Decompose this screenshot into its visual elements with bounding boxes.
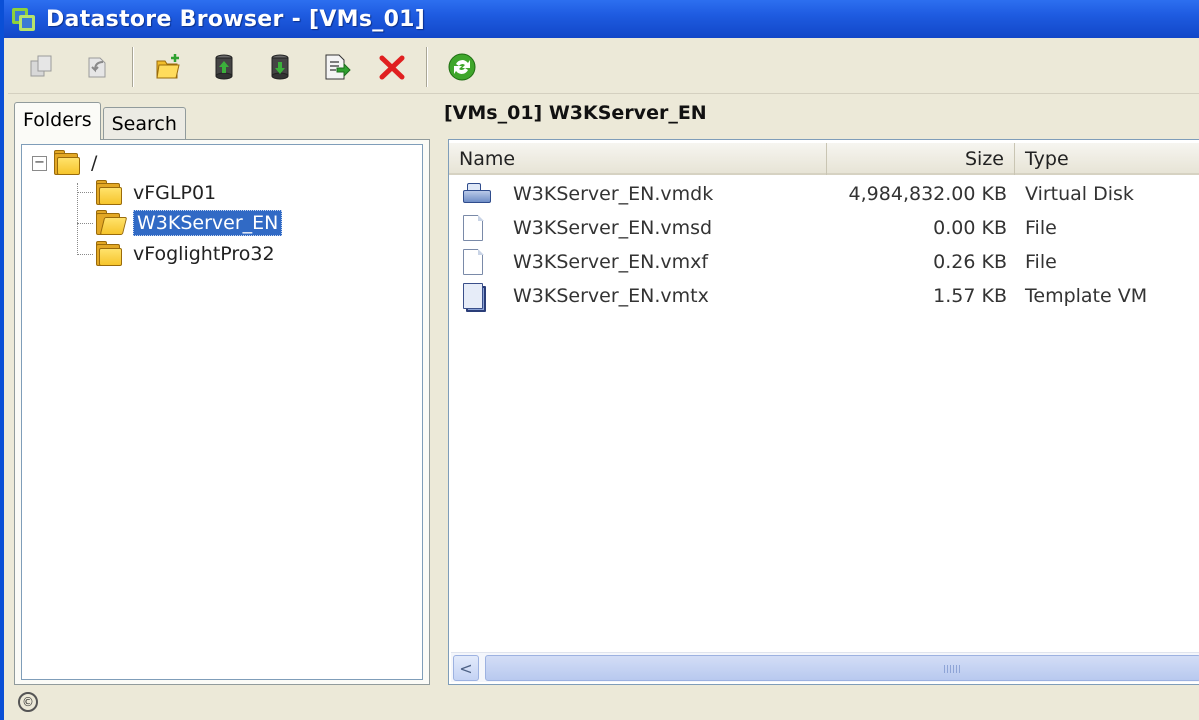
tab-search[interactable]: Search xyxy=(102,107,186,140)
file-icon xyxy=(463,215,485,241)
toolbar xyxy=(8,40,1199,94)
file-name: W3KServer_EN.vmdk xyxy=(513,183,714,205)
file-type: Virtual Disk xyxy=(1025,183,1134,205)
register-vm-icon xyxy=(325,54,351,79)
file-size: 0.26 KB xyxy=(933,251,1007,273)
tree-node-label: vFoglightPro32 xyxy=(133,243,275,265)
status-bar: © xyxy=(8,686,1199,720)
file-type: File xyxy=(1025,251,1057,273)
delete-icon xyxy=(379,55,405,79)
file-type: Template VM xyxy=(1025,285,1148,307)
tree-node-root[interactable]: − / xyxy=(32,150,97,176)
upload-icon xyxy=(215,54,233,79)
upload-button[interactable] xyxy=(202,45,246,89)
delete-button[interactable] xyxy=(370,45,414,89)
folder-icon xyxy=(53,150,81,176)
tab-folders[interactable]: Folders xyxy=(14,102,101,140)
register-vm-button[interactable] xyxy=(314,45,358,89)
column-header-type[interactable]: Type xyxy=(1015,143,1199,175)
refresh-button[interactable] xyxy=(440,45,484,89)
scroll-left-button[interactable]: < xyxy=(453,655,479,681)
column-header-name[interactable]: Name xyxy=(449,143,827,175)
virtual-disk-icon xyxy=(463,183,493,205)
file-list-pane: Name Size Type W3KServer_EN.vmdk 4,984,8… xyxy=(448,139,1199,685)
download-icon xyxy=(271,54,289,79)
datastore-browser-window: Datastore Browser - [VMs_01] Folders Sea… xyxy=(0,0,1199,720)
copy-button[interactable] xyxy=(20,45,64,89)
open-folder-icon xyxy=(95,210,128,236)
collapse-icon[interactable]: − xyxy=(32,155,47,171)
file-name: W3KServer_EN.vmxf xyxy=(513,251,709,273)
tree-node-vfoglightpro32[interactable]: vFoglightPro32 xyxy=(95,241,275,267)
file-type: File xyxy=(1025,217,1057,239)
tree-line xyxy=(77,192,93,193)
tree-node-label: / xyxy=(91,152,98,174)
file-size: 0.00 KB xyxy=(933,217,1007,239)
new-folder-icon xyxy=(156,53,180,78)
copy-icon xyxy=(30,55,52,76)
tree-node-label: vFGLP01 xyxy=(133,182,217,204)
grip-icon xyxy=(944,665,960,673)
tree-line xyxy=(77,183,78,255)
window-title: Datastore Browser - [VMs_01] xyxy=(46,6,426,32)
column-header-size[interactable]: Size xyxy=(827,143,1015,175)
status-icon: © xyxy=(18,692,38,712)
table-row[interactable]: W3KServer_EN.vmsd 0.00 KB File xyxy=(449,211,1199,245)
tree-line xyxy=(77,223,93,224)
horizontal-scrollbar[interactable]: < xyxy=(451,652,1199,682)
file-name: W3KServer_EN.vmsd xyxy=(513,217,713,239)
folders-pane: − / vFGLP01 W3KServer_EN vFoglightPro32 xyxy=(14,139,430,685)
tree-line xyxy=(77,254,93,255)
tree-node-vfglp01[interactable]: vFGLP01 xyxy=(95,180,216,206)
folder-tree[interactable]: − / vFGLP01 W3KServer_EN vFoglightPro32 xyxy=(21,144,423,680)
table-header: Name Size Type xyxy=(449,143,1199,175)
folder-icon xyxy=(95,180,123,206)
file-name: W3KServer_EN.vmtx xyxy=(513,285,709,307)
chevron-left-icon: < xyxy=(459,658,473,678)
table-row[interactable]: W3KServer_EN.vmdk 4,984,832.00 KB Virtua… xyxy=(449,177,1199,211)
move-icon xyxy=(88,57,106,77)
toolbar-separator xyxy=(132,46,134,87)
toolbar-separator xyxy=(426,46,428,87)
tree-node-w3kserver-en[interactable]: W3KServer_EN xyxy=(95,210,283,236)
file-icon xyxy=(463,249,485,275)
download-button[interactable] xyxy=(258,45,302,89)
table-row[interactable]: W3KServer_EN.vmtx 1.57 KB Template VM xyxy=(449,279,1199,313)
move-button[interactable] xyxy=(76,45,120,89)
table-row[interactable]: W3KServer_EN.vmxf 0.26 KB File xyxy=(449,245,1199,279)
current-path: [VMs_01] W3KServer_EN xyxy=(444,102,707,124)
folder-icon xyxy=(95,241,123,267)
tree-node-label: W3KServer_EN xyxy=(133,210,283,236)
vmware-app-icon xyxy=(10,6,36,32)
pane-tabs: Folders Search xyxy=(14,100,186,140)
file-size: 1.57 KB xyxy=(933,285,1007,307)
template-vm-icon xyxy=(463,283,486,312)
new-folder-button[interactable] xyxy=(146,45,190,89)
scroll-thumb[interactable] xyxy=(485,655,1199,681)
refresh-icon xyxy=(448,53,476,80)
file-size: 4,984,832.00 KB xyxy=(848,183,1007,205)
title-bar[interactable]: Datastore Browser - [VMs_01] xyxy=(4,0,1199,38)
